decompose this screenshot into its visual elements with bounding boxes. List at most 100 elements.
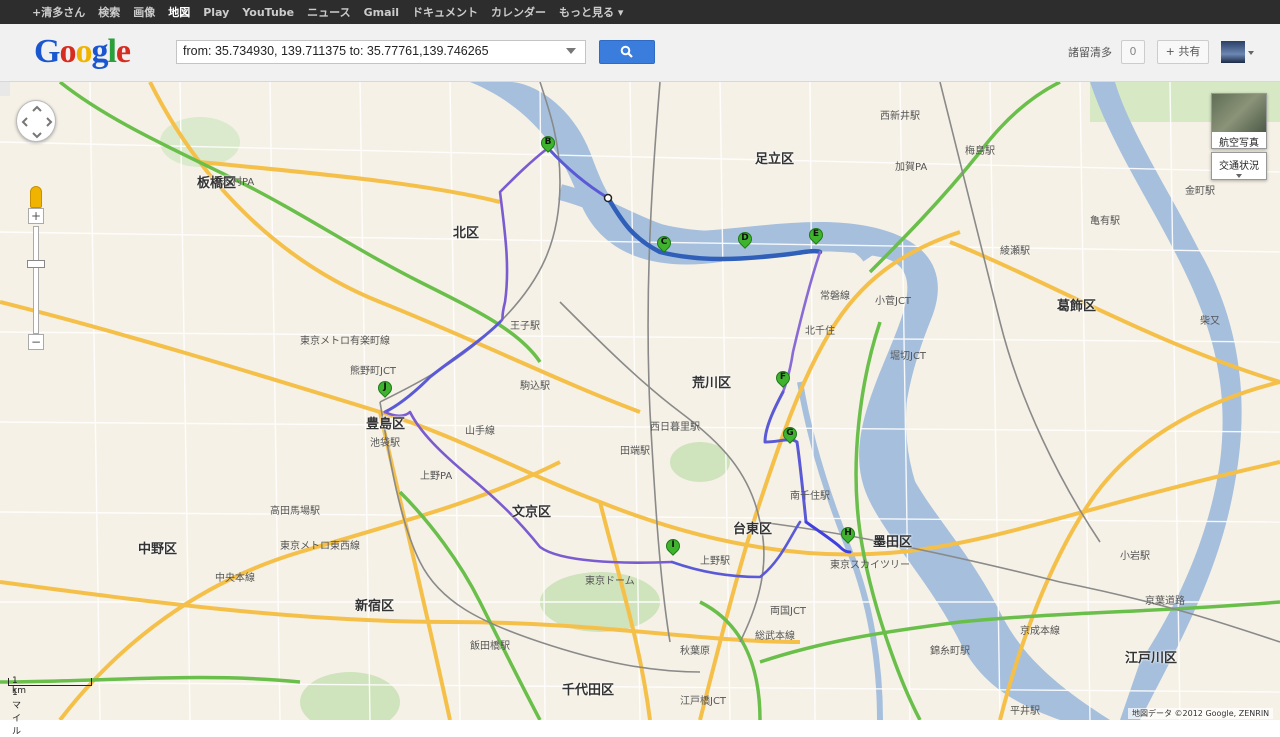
ward-chiyoda: 千代田区 <box>562 683 615 698</box>
traffic-layer-button[interactable]: 交通状況 <box>1211 152 1267 180</box>
place-label: 総武本線 <box>755 631 795 642</box>
gbar-gmail[interactable]: Gmail <box>364 6 399 19</box>
place-label: 東京スカイツリー <box>830 560 910 571</box>
gbar-docs[interactable]: ドキュメント <box>412 4 478 20</box>
route-marker-j[interactable]: J <box>375 378 395 403</box>
place-label: 高田馬場駅 <box>270 506 320 517</box>
satellite-label: 航空写真 <box>1219 138 1259 149</box>
place-label: 江戸橋JCT <box>680 696 727 707</box>
search-input[interactable]: from: 35.734930, 139.711375 to: 35.77761… <box>176 40 586 64</box>
google-bar: +清多さん 検索 画像 地図 Play YouTube ニュース Gmail ド… <box>0 0 1280 24</box>
ward-sumida: 墨田区 <box>873 535 913 550</box>
gbar-more[interactable]: もっと見る ▾ <box>559 4 623 20</box>
chevron-down-icon[interactable] <box>1248 51 1254 55</box>
ward-arakawa: 荒川区 <box>692 376 732 391</box>
gbar-play[interactable]: Play <box>203 6 229 19</box>
zoom-slider-track[interactable] <box>33 226 39 334</box>
place-label: 常磐線 <box>820 291 850 302</box>
place-label: 京葉道路 <box>1145 596 1185 607</box>
route-marker-g[interactable]: G <box>780 424 800 449</box>
place-label: 駒込駅 <box>520 381 550 392</box>
gbar-search[interactable]: 検索 <box>98 4 120 20</box>
place-label: 池袋駅 <box>370 438 400 449</box>
map-copyright: 地図データ ©2012 Google, ZENRIN <box>1128 708 1274 719</box>
ward-nakano: 中野区 <box>138 542 178 557</box>
place-label: 錦糸町駅 <box>930 646 970 657</box>
route-marker-d[interactable]: D <box>735 229 755 254</box>
ward-taito: 台東区 <box>733 522 773 537</box>
route-marker-c[interactable]: C <box>654 233 674 258</box>
user-name[interactable]: 諸留清多 <box>1068 44 1112 60</box>
place-label: 金町駅 <box>1185 186 1215 197</box>
gbar-news[interactable]: ニュース <box>307 4 350 20</box>
route-marker-i[interactable]: I <box>663 536 683 561</box>
traffic-label: 交通状況 <box>1219 161 1259 172</box>
route-marker-e[interactable]: E <box>806 225 826 250</box>
place-label: 上野PA <box>420 471 453 482</box>
share-button[interactable]: + 共有 <box>1157 40 1209 64</box>
zoom-out-button[interactable]: − <box>28 334 44 350</box>
place-label: 中央本線 <box>215 573 255 584</box>
place-label: 西日暮里駅 <box>650 422 700 433</box>
place-label: 小岩駅 <box>1120 551 1150 562</box>
place-label: 綾瀬駅 <box>1000 246 1030 257</box>
search-dropdown-icon[interactable] <box>566 48 576 54</box>
google-logo[interactable]: Google <box>34 33 131 71</box>
place-label: 南千住駅 <box>790 491 830 502</box>
route-marker-b[interactable]: B <box>538 133 558 158</box>
place-label: 加賀PA <box>895 162 928 173</box>
ward-shinjuku: 新宿区 <box>355 599 395 614</box>
place-label: 京成本線 <box>1020 626 1060 637</box>
notification-count[interactable]: 0 <box>1121 40 1145 64</box>
maps-header: Google from: 35.734930, 139.711375 to: 3… <box>0 24 1280 82</box>
ward-katsushika: 葛飾区 <box>1057 299 1097 314</box>
magnifier-icon <box>620 45 633 58</box>
ward-toshima: 豊島区 <box>366 417 406 432</box>
place-label: 亀有駅 <box>1090 216 1120 227</box>
place-label: 西新井駅 <box>880 111 920 122</box>
place-label: 秋葉原 <box>680 646 710 657</box>
scale-mi: 1 マイル <box>12 688 22 737</box>
place-label: 梅島駅 <box>965 146 995 157</box>
route-marker-h[interactable]: H <box>838 524 858 549</box>
place-label: 志村PA <box>222 177 255 188</box>
map-graphics <box>0 82 1280 720</box>
pan-control[interactable] <box>16 100 56 142</box>
gbar-youtube[interactable]: YouTube <box>242 6 294 19</box>
place-label: 上野駅 <box>700 556 730 567</box>
place-label: 平井駅 <box>1010 706 1040 717</box>
place-label: 小菅JCT <box>875 296 912 307</box>
gbar-user[interactable]: +清多さん <box>32 4 85 20</box>
satellite-layer-button[interactable]: 航空写真 <box>1211 93 1267 149</box>
satellite-thumbnail <box>1212 94 1266 132</box>
ward-edogawa: 江戸川区 <box>1125 651 1178 666</box>
place-label: 東京メトロ東西線 <box>280 541 360 552</box>
map-corner <box>0 82 10 96</box>
avatar[interactable] <box>1221 41 1245 63</box>
search-button[interactable] <box>599 40 655 64</box>
zoom-in-button[interactable]: + <box>28 208 44 224</box>
ward-bunkyo: 文京区 <box>512 505 552 520</box>
place-label: 熊野町JCT <box>350 366 397 377</box>
place-label: 飯田橋駅 <box>470 641 510 652</box>
place-label: 田端駅 <box>620 446 650 457</box>
gbar-calendar[interactable]: カレンダー <box>491 4 546 20</box>
chevron-down-icon <box>1236 174 1242 178</box>
pan-arrows-icon <box>21 105 53 139</box>
ward-adachi: 足立区 <box>755 152 795 167</box>
zoom-slider-thumb[interactable] <box>27 260 45 268</box>
place-label: 王子駅 <box>510 321 540 332</box>
place-label: 東京ドーム <box>585 576 635 587</box>
place-label: 北千住 <box>805 326 835 337</box>
street-view-pegman-icon[interactable] <box>30 186 42 208</box>
gbar-maps[interactable]: 地図 <box>168 4 190 20</box>
place-label: 堀切JCT <box>890 351 927 362</box>
route-marker-f[interactable]: F <box>773 368 793 393</box>
map-canvas[interactable]: 足立区 板橋区 北区 荒川区 葛飾区 豊島区 文京区 台東区 墨田区 中野区 新… <box>0 82 1280 720</box>
ward-kita: 北区 <box>453 226 480 241</box>
place-label: 柴又 <box>1200 316 1220 327</box>
gbar-images[interactable]: 画像 <box>133 4 155 20</box>
place-label: 東京メトロ有楽町線 <box>300 336 390 347</box>
place-label: 山手線 <box>465 426 495 437</box>
place-label: 両国JCT <box>770 606 807 617</box>
